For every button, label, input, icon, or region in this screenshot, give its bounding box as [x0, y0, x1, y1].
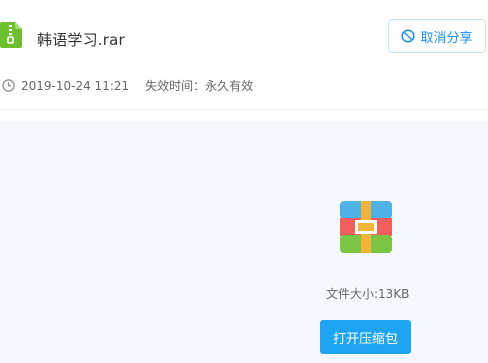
file-size-value: 13KB — [378, 287, 410, 301]
ban-icon — [401, 29, 416, 43]
file-name: 韩语学习.rar — [37, 31, 125, 49]
open-archive-label: 打开压缩包 — [332, 331, 398, 347]
file-header: 韩语学习.rar 取消分享 2019-10-24 11:21 失效时间： 永久有… — [0, 0, 488, 110]
file-size: 文件大小:13KB — [326, 285, 409, 302]
share-page: 韩语学习.rar 取消分享 2019-10-24 11:21 失效时间： 永久有… — [0, 0, 488, 363]
cancel-share-label: 取消分享 — [420, 30, 473, 46]
clock-icon — [2, 79, 15, 92]
expiry-value: 永久有效 — [205, 79, 254, 93]
share-meta: 2019-10-24 11:21 失效时间： 永久有效 — [2, 77, 253, 94]
open-archive-button[interactable]: 打开压缩包 — [320, 320, 411, 354]
preview-area: 文件大小:13KB 打开压缩包 — [0, 121, 488, 363]
zip-file-icon — [0, 22, 22, 48]
expiry-label: 失效时间： — [145, 79, 206, 93]
file-size-label: 文件大小: — [326, 287, 379, 301]
share-date: 2019-10-24 11:21 — [21, 78, 130, 93]
archive-icon — [340, 201, 392, 253]
cancel-share-button[interactable]: 取消分享 — [388, 19, 486, 53]
